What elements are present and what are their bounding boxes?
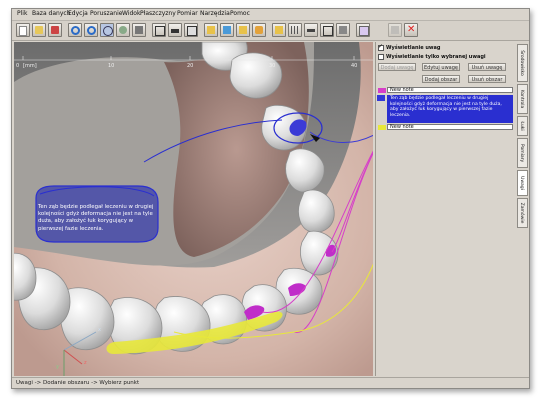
view-top-icon[interactable]: [184, 23, 198, 37]
axis-y-label: y: [56, 364, 59, 370]
menu-navigate[interactable]: Poruszanie: [90, 10, 122, 18]
notes-panel: Wyświetlanie uwag Wyświetlanie tylko wyb…: [375, 42, 516, 376]
ruler-tick-0: 0: [16, 63, 20, 69]
view-front-icon[interactable]: [152, 23, 166, 37]
ruler-unit: [mm]: [23, 63, 37, 69]
hide-icon[interactable]: [320, 23, 334, 37]
menu-help[interactable]: Pomoc: [230, 10, 250, 18]
add-note-button[interactable]: Dodaj uwagę: [378, 63, 416, 71]
rotate-icon[interactable]: [100, 23, 114, 37]
show-notes-label: Wyświetlanie uwag: [386, 45, 441, 51]
view-side-icon[interactable]: [168, 23, 182, 37]
note-color-swatch: [377, 95, 385, 101]
tab-arches[interactable]: Łuki: [517, 116, 528, 136]
menu-database[interactable]: Baza danych: [32, 10, 70, 18]
note-label: New note: [390, 87, 414, 93]
ruler-tick-20: 20: [187, 63, 194, 69]
remove-note-button[interactable]: Usuń uwagę: [468, 63, 506, 71]
close-icon[interactable]: ✕: [404, 23, 418, 37]
application-window: Plik Baza danych Edycja Poruszanie Widok…: [11, 8, 530, 389]
status-text: Uwagi -> Dodanie obszaru -> Wybierz punk…: [16, 380, 140, 386]
add-area-button[interactable]: Dodaj obszar: [422, 75, 460, 83]
pan-icon[interactable]: [116, 23, 130, 37]
show-notes-checkbox[interactable]: [378, 43, 384, 51]
toolbar: ✕: [12, 21, 529, 41]
section-icon[interactable]: [236, 23, 250, 37]
status-bar: Uwagi -> Dodanie obszaru -> Wybierz punk…: [12, 377, 529, 388]
plane-icon[interactable]: [272, 23, 286, 37]
grid-icon[interactable]: [288, 23, 302, 37]
menu-measure[interactable]: Pomiar: [177, 10, 198, 18]
ruler-icon[interactable]: [304, 23, 318, 37]
note-callout: Ten ząb będzie podlegał leczeniu w drugi…: [28, 182, 162, 246]
3d-viewport[interactable]: 0 [mm] 10 20 30 40 x z y Ten ząb będzie …: [14, 42, 373, 376]
ruler-tick-30: 30: [269, 63, 276, 69]
redo-icon[interactable]: [84, 23, 98, 37]
measure-icon[interactable]: [220, 23, 234, 37]
ruler-tick-10: 10: [108, 63, 115, 69]
axis-x-label: x: [98, 327, 101, 333]
show-selected-label: Wyświetlanie tylko wybranej uwagi: [386, 54, 486, 60]
disabled-tool-icon: [388, 23, 402, 37]
fit-icon[interactable]: [336, 23, 350, 37]
zoom-icon[interactable]: [132, 23, 146, 37]
new-file-icon[interactable]: [16, 23, 30, 37]
edit-note-button[interactable]: Edytuj uwagę: [422, 63, 460, 71]
callout-text: Ten ząb będzie podlegał leczeniu w drugi…: [38, 204, 154, 232]
note-color-swatch: [378, 125, 386, 130]
note-item-3[interactable]: New note: [378, 124, 513, 130]
remove-area-button[interactable]: Usuń obszar: [468, 75, 506, 83]
note-icon[interactable]: [356, 23, 370, 37]
tab-control[interactable]: Kontrola: [517, 84, 528, 114]
undo-icon[interactable]: [68, 23, 82, 37]
tab-measurements[interactable]: Pomiary: [517, 138, 528, 168]
vertical-tabs: Środowisko Kontrola Łuki Pomiary Uwagi Z…: [517, 42, 528, 376]
note-color-swatch: [378, 88, 386, 93]
tab-environment[interactable]: Środowisko: [517, 44, 528, 82]
tab-orders[interactable]: Zamówie: [517, 198, 528, 228]
note-item-1[interactable]: New note: [378, 87, 513, 93]
note-item-selected[interactable]: Ten ząb będzie podlegał leczeniu w drugi…: [387, 95, 513, 123]
tooth-icon[interactable]: [252, 23, 266, 37]
show-selected-checkbox[interactable]: [378, 54, 384, 60]
menu-tools[interactable]: Narzędzia: [200, 10, 230, 18]
layers-icon[interactable]: [204, 23, 218, 37]
save-icon[interactable]: [48, 23, 62, 37]
tab-notes[interactable]: Uwagi: [517, 170, 528, 196]
open-folder-icon[interactable]: [32, 23, 46, 37]
note-label: New note: [390, 124, 414, 130]
menu-file[interactable]: Plik: [17, 10, 27, 18]
axis-z-label: z: [84, 360, 87, 366]
menu-edit[interactable]: Edycja: [68, 10, 88, 18]
menu-bar: Plik Baza danych Edycja Poruszanie Widok…: [12, 9, 529, 21]
menu-view[interactable]: Widok: [122, 10, 140, 18]
menu-planes[interactable]: Płaszczyzny: [140, 10, 176, 18]
ruler-tick-40: 40: [351, 63, 358, 69]
